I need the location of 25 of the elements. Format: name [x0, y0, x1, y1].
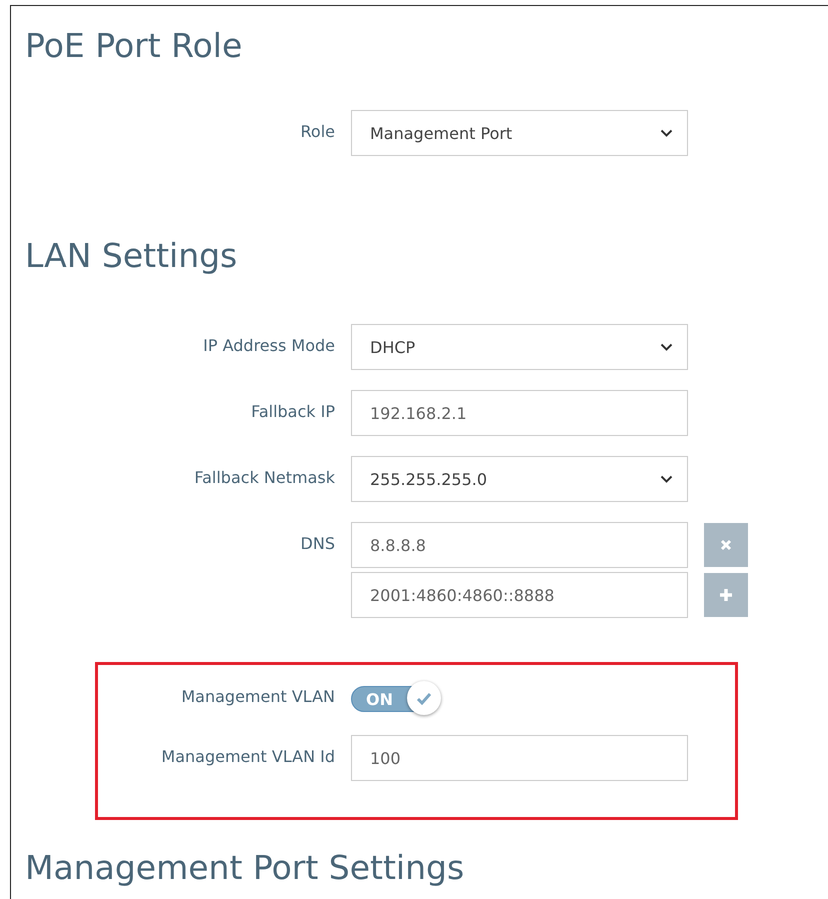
chevron-down-icon [660, 475, 673, 483]
chevron-down-icon [660, 343, 673, 351]
field-label: Management VLAN [181, 686, 335, 706]
dropdown[interactable]: Management Port [351, 110, 688, 156]
section-heading: PoE Port Role [25, 25, 242, 67]
close-icon [720, 539, 732, 551]
field-label: Role [300, 121, 335, 141]
field-label: Fallback Netmask [194, 467, 335, 487]
field-label: DNS [300, 533, 335, 553]
field-label: Fallback IP [251, 401, 335, 421]
check-icon [416, 692, 432, 704]
input-field[interactable]: 192.168.2.1 [351, 390, 688, 436]
dropdown[interactable]: DHCP [351, 324, 688, 370]
dropdown[interactable]: 255.255.255.0 [351, 456, 688, 502]
field-label: IP Address Mode [203, 335, 335, 355]
add-button[interactable] [704, 573, 748, 617]
field-label: Management VLAN Id [161, 746, 335, 766]
plus-icon [719, 588, 733, 602]
chevron-down-icon [660, 129, 673, 137]
input-field[interactable]: 100 [351, 735, 688, 781]
section-heading: LAN Settings [25, 235, 238, 277]
input-field[interactable]: 8.8.8.8 [351, 522, 688, 568]
input-field[interactable]: 2001:4860:4860::8888 [351, 572, 688, 618]
section-heading: Management Port Settings [25, 847, 464, 889]
remove-button[interactable] [704, 523, 748, 567]
